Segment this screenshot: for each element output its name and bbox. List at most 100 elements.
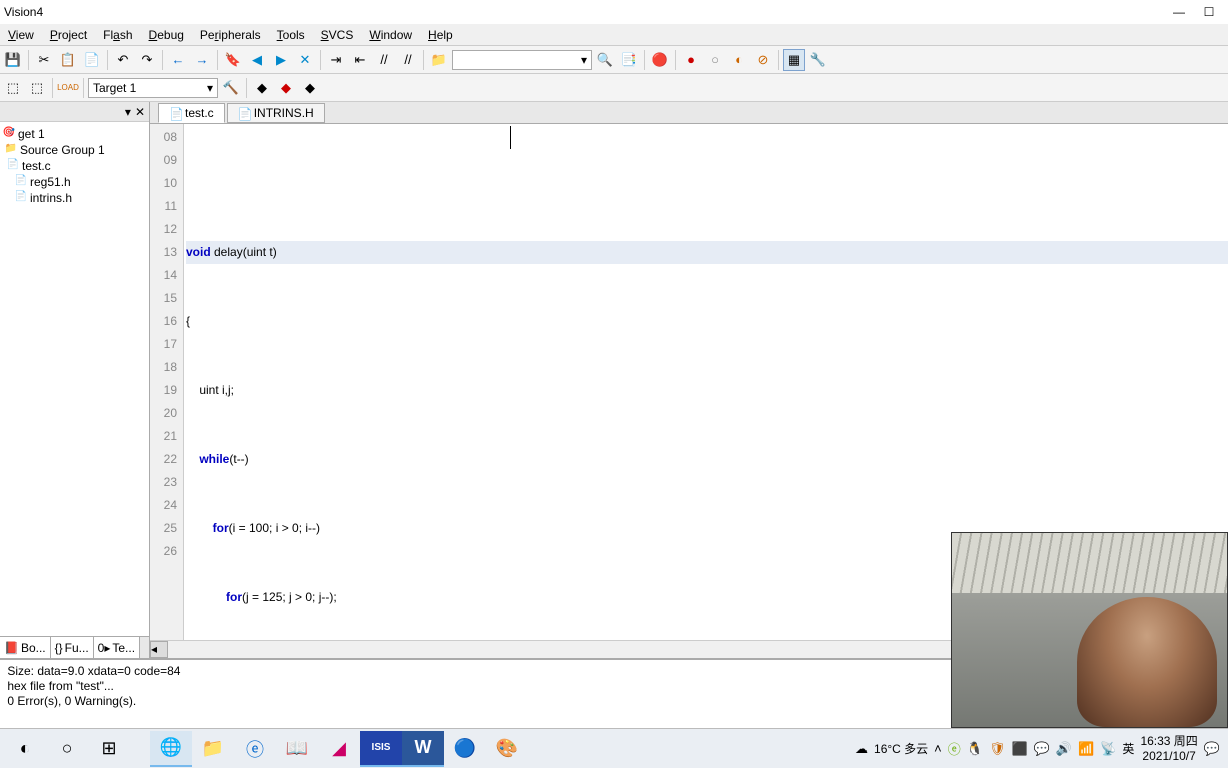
tree-inc-reg51[interactable]: 📄reg51.h [2, 174, 147, 190]
menu-project[interactable]: Project [50, 28, 87, 42]
app-icon-pink[interactable]: ◢ [318, 731, 360, 767]
build-icon[interactable]: ⬚ [26, 77, 48, 99]
nav-fwd-icon[interactable]: → [191, 49, 213, 71]
indent-icon[interactable]: ⇥ [325, 49, 347, 71]
tray-shield-icon[interactable]: ⬛ [1011, 741, 1027, 757]
minimize-button[interactable]: — [1172, 5, 1186, 19]
bookmark-next-icon[interactable]: ▶ [270, 49, 292, 71]
code-line-10: { [186, 310, 1228, 333]
tray-qq-icon[interactable]: 🐧 [967, 741, 983, 757]
manage-icon3[interactable]: ◆ [299, 77, 321, 99]
find-in-files-icon[interactable]: 📑 [618, 49, 640, 71]
webcam-overlay [951, 532, 1228, 728]
toolbar-file: 💾 ✂ 📋 📄 ↶ ↷ ← → 🔖 ◀ ▶ ✕ ⇥ ⇤ // // 📁 ▾ 🔍 … [0, 46, 1228, 74]
tree-group[interactable]: 📁Source Group 1 [2, 142, 147, 158]
tree-file-testc[interactable]: 📄test.c [2, 158, 147, 174]
bp-disable-icon[interactable]: ◐ [728, 49, 750, 71]
copy-icon[interactable]: 📋 [57, 49, 79, 71]
window-title: Vision4 [4, 5, 43, 19]
menu-peripherals[interactable]: Peripherals [200, 28, 261, 42]
tab-intrinsh[interactable]: 📄INTRINS.H [227, 103, 325, 123]
project-panel: ▾ ✕ 🎯get 1 📁Source Group 1 📄test.c 📄reg5… [0, 102, 150, 658]
wifi-icon[interactable]: 📡 [1100, 741, 1116, 757]
titlebar: Vision4 — ☐ [0, 0, 1228, 24]
save-all-icon[interactable]: 💾 [2, 49, 24, 71]
outdent-icon[interactable]: ⇤ [349, 49, 371, 71]
project-tree[interactable]: 🎯get 1 📁Source Group 1 📄test.c 📄reg51.h … [0, 122, 149, 636]
menu-window[interactable]: Window [369, 28, 412, 42]
scroll-left-icon[interactable]: ◂ [150, 641, 168, 658]
code-line-08 [186, 172, 1228, 195]
system-tray: ☁ 16°C 多云 ˄ ⓔ 🐧 🛡 ⬛ 💬 🔊 📶 📡 英 16:33 周四 2… [855, 734, 1224, 763]
menu-debug[interactable]: Debug [149, 28, 184, 42]
tray-app1-icon[interactable]: ⓔ [948, 739, 961, 758]
menu-svcs[interactable]: SVCS [321, 28, 354, 42]
toolbar-build: ⬚ ⬚ LOAD Target 1▾ 🔨 ◆ ◆ ◆ [0, 74, 1228, 102]
undo-icon[interactable]: ↶ [112, 49, 134, 71]
bp-kill-icon[interactable]: ⊘ [752, 49, 774, 71]
tray-chevron-icon[interactable]: ˄ [934, 741, 942, 756]
maximize-button[interactable]: ☐ [1202, 5, 1216, 19]
nav-back-icon[interactable]: ← [167, 49, 189, 71]
editor-tabs: 📄test.c 📄INTRINS.H [150, 102, 1228, 124]
isis-icon[interactable]: ISIS [360, 731, 402, 767]
line-gutter: 08 09 10 11 12 13 14 15 16 17 18 19 20 2… [150, 124, 184, 640]
menu-view[interactable]: View [8, 28, 34, 42]
panel-close-icon[interactable]: ✕ [135, 105, 145, 119]
paint-icon[interactable]: 🎨 [486, 731, 528, 767]
clock[interactable]: 16:33 周四 2021/10/7 [1140, 734, 1197, 763]
edge-icon[interactable]: 🌐 [150, 731, 192, 767]
tree-inc-intrins[interactable]: 📄intrins.h [2, 190, 147, 206]
search-icon[interactable]: ○ [46, 731, 88, 767]
config-icon[interactable]: 🔧 [807, 49, 829, 71]
taskview-icon[interactable]: ⊞ [88, 731, 130, 767]
menubar: View Project Flash Debug Peripherals Too… [0, 24, 1228, 46]
pin-icon[interactable]: ▾ [125, 105, 131, 119]
volume-icon[interactable]: 🔊 [1056, 741, 1072, 757]
manage-icon1[interactable]: ◆ [251, 77, 273, 99]
chrome-icon[interactable]: 🔵 [444, 731, 486, 767]
find-combo[interactable]: ▾ [452, 50, 592, 70]
tray-msg-icon[interactable]: 💬 [1034, 741, 1050, 757]
bookmark-prev-icon[interactable]: ◀ [246, 49, 268, 71]
bp-enable-icon[interactable]: ○ [704, 49, 726, 71]
menu-flash[interactable]: Flash [103, 28, 132, 42]
uncomment-icon[interactable]: // [397, 49, 419, 71]
taskbar: ◐ ○ ⊞ 🌐 📁 ⓔ 📖 ◢ ISIS W 🔵 🎨 ☁ 16°C 多云 ˄ ⓔ… [0, 728, 1228, 768]
bookmark-clear-icon[interactable]: ✕ [294, 49, 316, 71]
find-icon[interactable]: 🔍 [594, 49, 616, 71]
network-icon[interactable]: 📶 [1078, 741, 1094, 757]
debug-icon[interactable]: 🔴 [649, 49, 671, 71]
word-icon[interactable]: W [402, 731, 444, 767]
explorer-icon[interactable]: 📁 [192, 731, 234, 767]
code-line-11: uint i,j; [186, 379, 1228, 402]
options-icon[interactable]: 🔨 [220, 77, 242, 99]
bookmark-icon[interactable]: 🔖 [222, 49, 244, 71]
bp-insert-icon[interactable]: ● [680, 49, 702, 71]
target-combo[interactable]: Target 1▾ [88, 78, 218, 98]
window-icon[interactable]: ▦ [783, 49, 805, 71]
folder-icon[interactable]: 📁 [428, 49, 450, 71]
ie-icon[interactable]: ⓔ [234, 731, 276, 767]
tree-target[interactable]: 🎯get 1 [2, 126, 147, 142]
menu-tools[interactable]: Tools [277, 28, 305, 42]
translate-icon[interactable]: ⬚ [2, 77, 24, 99]
tab-functions[interactable]: {}Fu... [51, 637, 94, 658]
cut-icon[interactable]: ✂ [33, 49, 55, 71]
load-icon[interactable]: LOAD [57, 77, 79, 99]
menu-help[interactable]: Help [428, 28, 453, 42]
paste-icon[interactable]: 📄 [81, 49, 103, 71]
tray-security-icon[interactable]: 🛡 [989, 741, 1006, 757]
start-icon[interactable]: ◐ [4, 731, 46, 767]
reader-icon[interactable]: 📖 [276, 731, 318, 767]
redo-icon[interactable]: ↷ [136, 49, 158, 71]
ime-indicator[interactable]: 英 [1122, 740, 1134, 757]
weather-text[interactable]: 16°C 多云 [874, 740, 928, 757]
manage-icon2[interactable]: ◆ [275, 77, 297, 99]
tab-testc[interactable]: 📄test.c [158, 103, 225, 123]
tab-books[interactable]: 📕Bo... [0, 637, 51, 658]
comment-icon[interactable]: // [373, 49, 395, 71]
notifications-icon[interactable]: 💬 [1204, 741, 1220, 757]
weather-icon[interactable]: ☁ [855, 741, 868, 757]
tab-templates[interactable]: 0▸Te... [94, 637, 140, 658]
